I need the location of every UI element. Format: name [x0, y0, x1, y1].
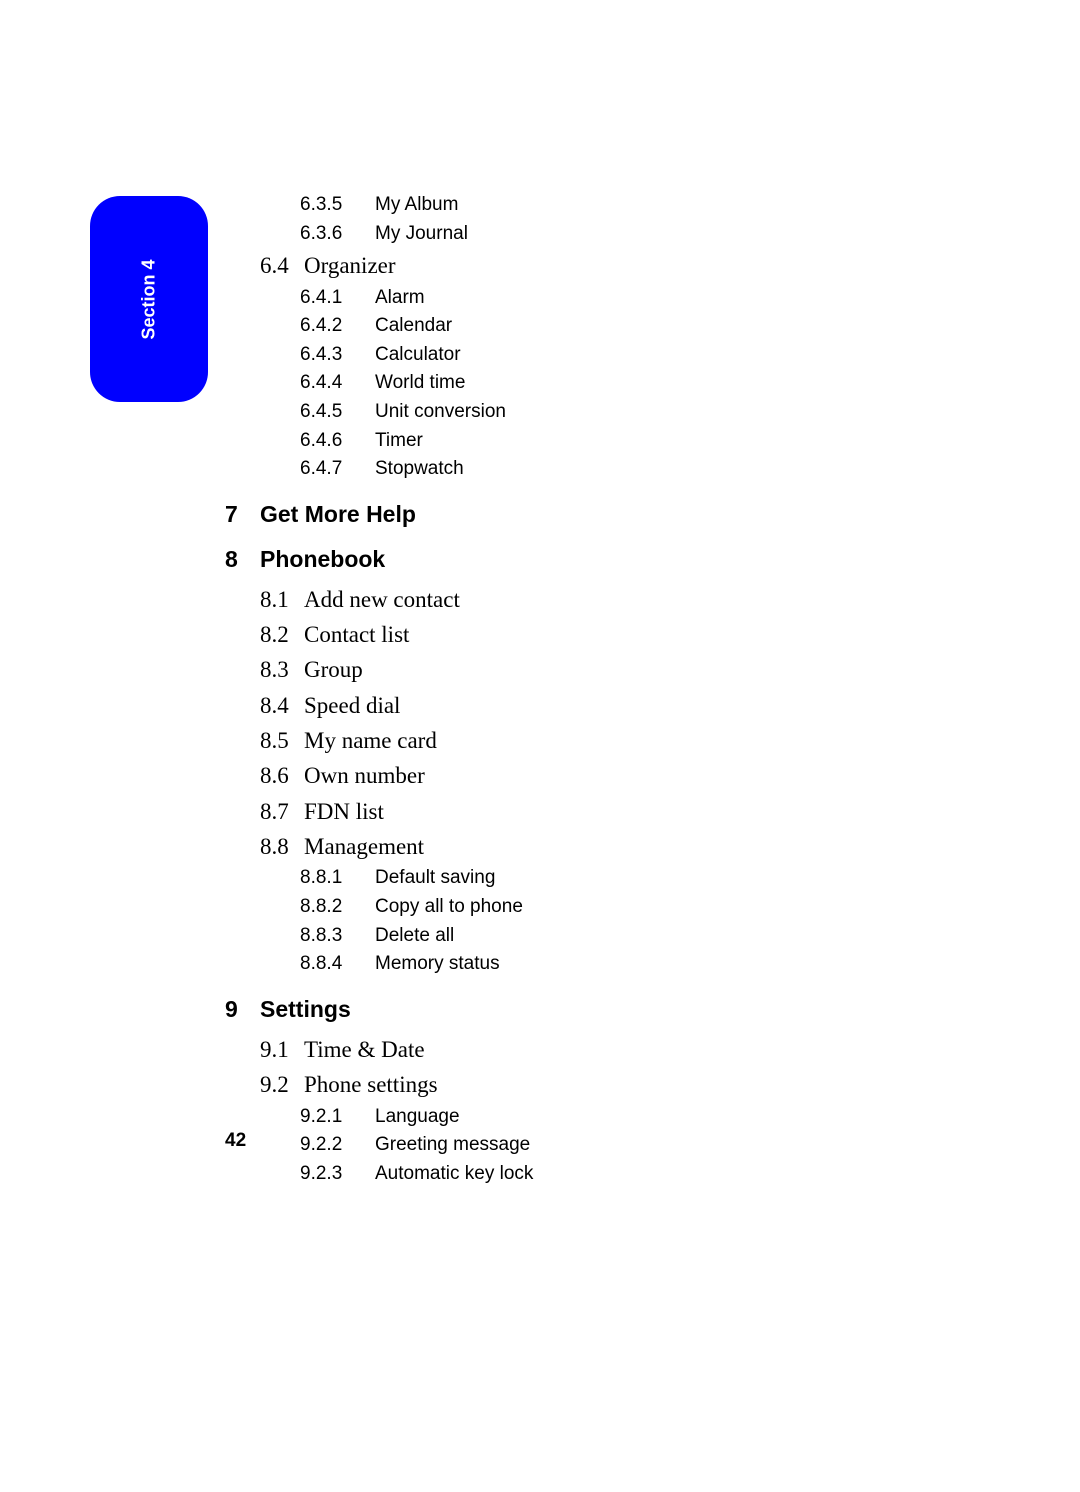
toc-entry: 8.1Add new contact: [260, 583, 905, 616]
toc-entry-number: 8.5: [260, 724, 304, 757]
toc-entry: 8.8.1Default saving: [300, 865, 905, 892]
toc-entry: 8.4Speed dial: [260, 689, 905, 722]
toc-entry-text: Add new contact: [304, 583, 460, 616]
toc-entry-number: 9.2: [260, 1068, 304, 1101]
toc-entry-text: World time: [375, 370, 465, 397]
toc-entry: 6.4.6Timer: [300, 428, 905, 455]
toc-entry: 6.4.4World time: [300, 370, 905, 397]
toc-entry: 9.2.1Language: [300, 1104, 905, 1131]
toc-entry-text: Time & Date: [304, 1033, 425, 1066]
toc-entry-number: 7: [225, 501, 260, 528]
toc-entry: 9Settings: [225, 996, 905, 1023]
toc-entry-text: Get More Help: [260, 501, 416, 528]
toc-entry: 9.2.2Greeting message: [300, 1132, 905, 1159]
toc-entry-number: 6.4.3: [300, 342, 375, 369]
toc-entry-number: 9.2.2: [300, 1132, 375, 1159]
toc-entry: 7Get More Help: [225, 501, 905, 528]
toc-entry-text: Automatic key lock: [375, 1161, 533, 1188]
toc-entry: 6.4.2Calendar: [300, 313, 905, 340]
toc-entry-text: Calculator: [375, 342, 461, 369]
toc-entry-number: 6.4.5: [300, 399, 375, 426]
toc-entry-number: 8.3: [260, 653, 304, 686]
toc-entry-number: 6.4.7: [300, 456, 375, 483]
toc-entry: 6.3.6My Journal: [300, 221, 905, 248]
toc-entry-number: 6.3.6: [300, 221, 375, 248]
section-tab-label: Section 4: [139, 259, 160, 339]
toc-entry-number: 9.2.1: [300, 1104, 375, 1131]
toc-entry: 9.2Phone settings: [260, 1068, 905, 1101]
toc-entry: 6.4.7Stopwatch: [300, 456, 905, 483]
toc-entry-number: 9.2.3: [300, 1161, 375, 1188]
toc-entry-text: Stopwatch: [375, 456, 464, 483]
toc-entry-number: 8.8: [260, 830, 304, 863]
toc-entry-number: 8.1: [260, 583, 304, 616]
toc-entry: 6.4Organizer: [260, 249, 905, 282]
toc-entry-number: 6.4: [260, 249, 304, 282]
toc-entry-number: 8.8.2: [300, 894, 375, 921]
toc-entry: 8.5My name card: [260, 724, 905, 757]
toc-entry-number: 8.6: [260, 759, 304, 792]
toc-entry-text: Unit conversion: [375, 399, 506, 426]
page-number: 42: [225, 1130, 246, 1152]
toc-entry-text: Default saving: [375, 865, 495, 892]
toc-entry-text: Management: [304, 830, 424, 863]
toc-entry-number: 9.1: [260, 1033, 304, 1066]
toc-entry-number: 8: [225, 546, 260, 573]
toc-entry: 9.2.3Automatic key lock: [300, 1161, 905, 1188]
toc-entry-number: 6.3.5: [300, 192, 375, 219]
toc-entry-number: 6.4.2: [300, 313, 375, 340]
toc-entry: 6.4.5Unit conversion: [300, 399, 905, 426]
toc-entry-number: 6.4.4: [300, 370, 375, 397]
toc-content: 6.3.5My Album6.3.6My Journal6.4Organizer…: [225, 192, 905, 1189]
toc-entry-text: Speed dial: [304, 689, 400, 722]
toc-entry: 6.4.3Calculator: [300, 342, 905, 369]
toc-entry-text: Phone settings: [304, 1068, 438, 1101]
toc-entry: 6.4.1Alarm: [300, 285, 905, 312]
section-tab: Section 4: [90, 196, 208, 402]
toc-entry-number: 6.4.6: [300, 428, 375, 455]
toc-entry: 8.8Management: [260, 830, 905, 863]
toc-entry-number: 8.2: [260, 618, 304, 651]
toc-entry-text: Own number: [304, 759, 425, 792]
toc-entry-text: Organizer: [304, 249, 396, 282]
toc-entry-number: 8.4: [260, 689, 304, 722]
toc-entry: 8.7FDN list: [260, 795, 905, 828]
toc-entry-text: Language: [375, 1104, 460, 1131]
toc-entry-number: 8.8.1: [300, 865, 375, 892]
toc-entry: 8Phonebook: [225, 546, 905, 573]
toc-entry-number: 8.8.4: [300, 951, 375, 978]
toc-entry: 8.8.2Copy all to phone: [300, 894, 905, 921]
toc-entry-text: My Journal: [375, 221, 468, 248]
toc-entry-text: Memory status: [375, 951, 500, 978]
toc-entry-text: Copy all to phone: [375, 894, 523, 921]
toc-entry: 8.8.4Memory status: [300, 951, 905, 978]
toc-entry: 6.3.5My Album: [300, 192, 905, 219]
toc-entry-text: Alarm: [375, 285, 425, 312]
toc-entry-text: Calendar: [375, 313, 452, 340]
toc-entry: 8.3Group: [260, 653, 905, 686]
toc-entry-text: My Album: [375, 192, 458, 219]
toc-entry-number: 8.8.3: [300, 923, 375, 950]
toc-entry-text: Delete all: [375, 923, 454, 950]
toc-entry-text: Settings: [260, 996, 351, 1023]
toc-entry: 8.2Contact list: [260, 618, 905, 651]
toc-entry-text: Contact list: [304, 618, 409, 651]
toc-entry-text: FDN list: [304, 795, 384, 828]
toc-entry-text: Group: [304, 653, 363, 686]
toc-entry-number: 8.7: [260, 795, 304, 828]
toc-entry-text: Greeting message: [375, 1132, 530, 1159]
toc-entry: 8.6Own number: [260, 759, 905, 792]
toc-entry-text: Phonebook: [260, 546, 385, 573]
toc-entry-number: 6.4.1: [300, 285, 375, 312]
toc-entry-number: 9: [225, 996, 260, 1023]
toc-entry: 8.8.3Delete all: [300, 923, 905, 950]
toc-entry: 9.1Time & Date: [260, 1033, 905, 1066]
toc-entry-text: My name card: [304, 724, 437, 757]
toc-entry-text: Timer: [375, 428, 423, 455]
